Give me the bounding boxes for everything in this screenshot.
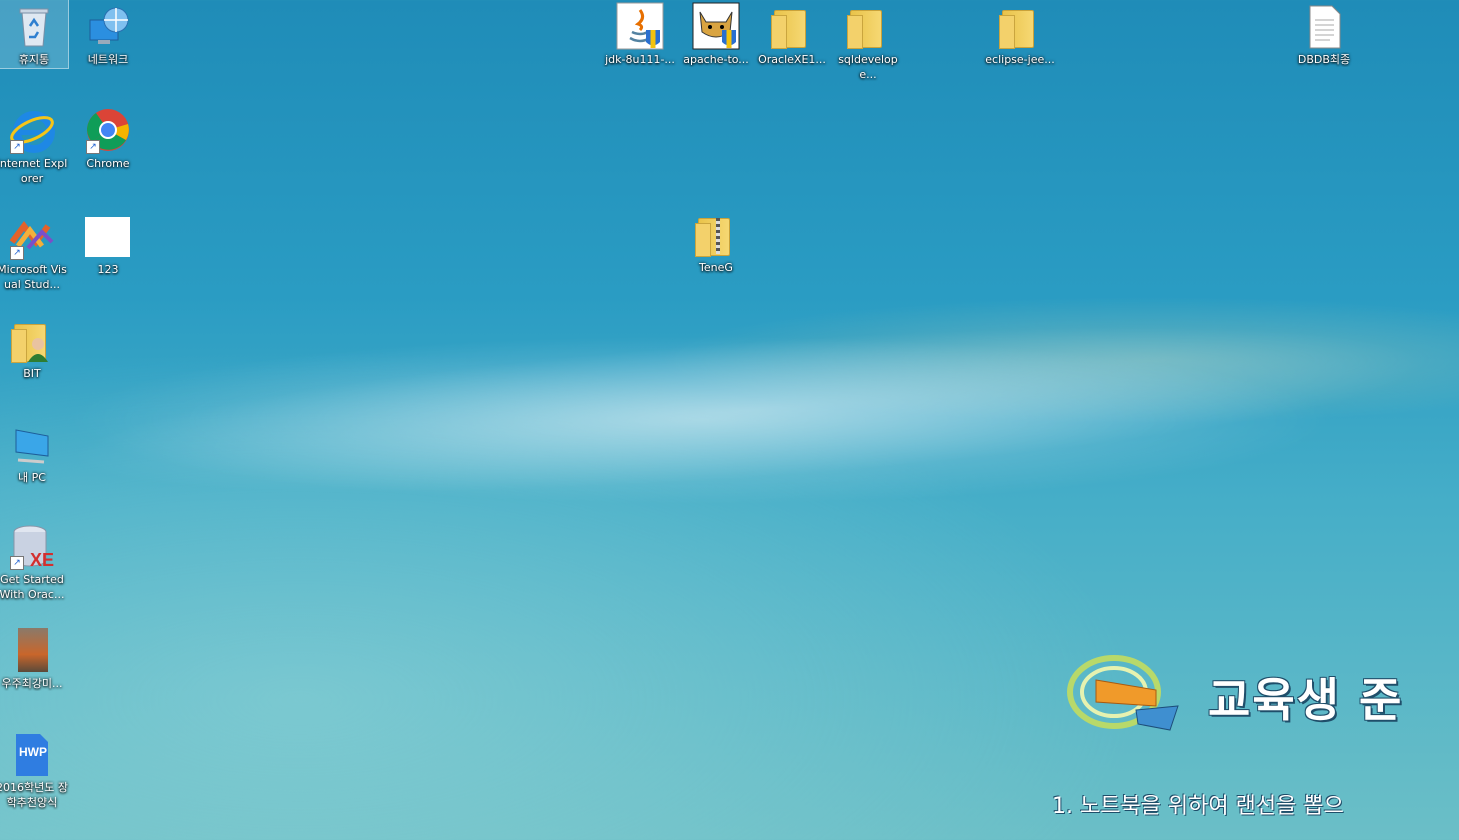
jdk-installer-icon-tile[interactable]: jdk-8u111-... bbox=[602, 0, 678, 100]
internet-explorer-label: Internet Explorer bbox=[0, 157, 68, 185]
chrome-icon: ↗ bbox=[84, 106, 132, 154]
hwp-document-icon: HWP bbox=[8, 730, 56, 778]
bit-folder-icon-tile[interactable]: BIT bbox=[0, 314, 70, 414]
recycle-bin-label: 휴지통 bbox=[18, 53, 50, 66]
wallpaper-notice: 교육생 준 1. 노트북을 위하여 랜선을 뽑으 bbox=[1052, 640, 1459, 840]
visual-studio-icon: ↗ bbox=[8, 212, 56, 260]
network-icon-tile[interactable]: 네트워크 bbox=[70, 0, 146, 100]
file-123-label: 123 bbox=[97, 263, 119, 276]
dbdb-label: DBDB최종 bbox=[1297, 53, 1351, 66]
my-pc-label: 내 PC bbox=[18, 471, 46, 484]
recycle-bin-icon-tile[interactable]: 휴지통 bbox=[0, 0, 69, 69]
shortcut-arrow-icon: ↗ bbox=[10, 556, 24, 570]
network-icon bbox=[84, 2, 132, 50]
shortcut-arrow-icon: ↗ bbox=[86, 140, 100, 154]
apache-tomcat-label: apache-to... bbox=[683, 53, 749, 66]
internet-explorer-icon-tile[interactable]: ↗ Internet Explorer bbox=[0, 104, 70, 204]
visual-studio-label: Microsoft Visual Stud... bbox=[0, 263, 67, 291]
java-installer-icon bbox=[616, 2, 664, 50]
oracle-get-started-label: Get Started With Orac... bbox=[0, 573, 65, 601]
notice-title: 교육생 준 bbox=[1208, 673, 1404, 727]
megaphone-icon bbox=[1066, 650, 1179, 731]
jdk-label: jdk-8u111-... bbox=[605, 53, 675, 66]
computer-icon bbox=[8, 420, 56, 468]
text-document-icon bbox=[1300, 2, 1348, 50]
svg-text:XE: XE bbox=[30, 550, 54, 570]
my-pc-icon-tile[interactable]: 내 PC bbox=[0, 418, 70, 518]
eclipse-label: eclipse-jee... bbox=[985, 53, 1055, 66]
eclipse-folder-icon-tile[interactable]: eclipse-jee... bbox=[982, 0, 1058, 100]
notice-line-1: 1. 노트북을 위하여 랜선을 뽑으 bbox=[1052, 794, 1344, 819]
visual-studio-icon-tile[interactable]: ↗ Microsoft Visual Stud... bbox=[0, 210, 70, 310]
database-icon: XE ↗ bbox=[8, 522, 56, 570]
bit-label: BIT bbox=[23, 367, 41, 380]
hwp-label: 2016학년도 장학추천양식 bbox=[0, 781, 68, 809]
shortcut-arrow-icon: ↗ bbox=[10, 246, 24, 260]
oraclexe-folder-icon-tile[interactable]: OracleXE1... bbox=[754, 0, 830, 100]
tomcat-installer-icon bbox=[692, 2, 740, 50]
network-label: 네트워크 bbox=[87, 53, 129, 66]
zip-folder-icon bbox=[692, 210, 740, 258]
teneg-zip-icon-tile[interactable]: TeneG bbox=[678, 208, 754, 308]
recycle-bin-icon bbox=[10, 2, 58, 50]
oraclexe-label: OracleXE1... bbox=[758, 53, 826, 66]
dbdb-file-icon-tile[interactable]: DBDB최종 bbox=[1286, 0, 1362, 100]
shortcut-arrow-icon: ↗ bbox=[10, 140, 24, 154]
sqldeveloper-folder-icon-tile[interactable]: sqldevelope... bbox=[830, 0, 906, 100]
folder-icon bbox=[844, 2, 892, 50]
user-folder-icon bbox=[8, 316, 56, 364]
chrome-icon-tile[interactable]: ↗ Chrome bbox=[70, 104, 146, 204]
hwp-icon-tile[interactable]: HWP 2016학년도 장학추천양식 bbox=[0, 728, 70, 828]
image-thumbnail-icon bbox=[8, 626, 56, 674]
blank-file-icon bbox=[84, 212, 132, 260]
photo-label: 우주최강미... bbox=[1, 677, 63, 690]
chrome-label: Chrome bbox=[86, 157, 130, 170]
oracle-get-started-icon-tile[interactable]: XE ↗ Get Started With Orac... bbox=[0, 520, 70, 620]
teneg-label: TeneG bbox=[699, 261, 733, 274]
file-123-icon-tile[interactable]: 123 bbox=[70, 210, 146, 310]
folder-icon bbox=[996, 2, 1044, 50]
svg-text:HWP: HWP bbox=[19, 745, 47, 759]
apache-tomcat-icon-tile[interactable]: apache-to... bbox=[678, 0, 754, 100]
internet-explorer-icon: ↗ bbox=[8, 106, 56, 154]
sqldeveloper-label: sqldevelope... bbox=[838, 53, 898, 81]
photo-icon-tile[interactable]: 우주최강미... bbox=[0, 624, 70, 724]
folder-icon bbox=[768, 2, 816, 50]
wallpaper-wave bbox=[0, 274, 1459, 546]
